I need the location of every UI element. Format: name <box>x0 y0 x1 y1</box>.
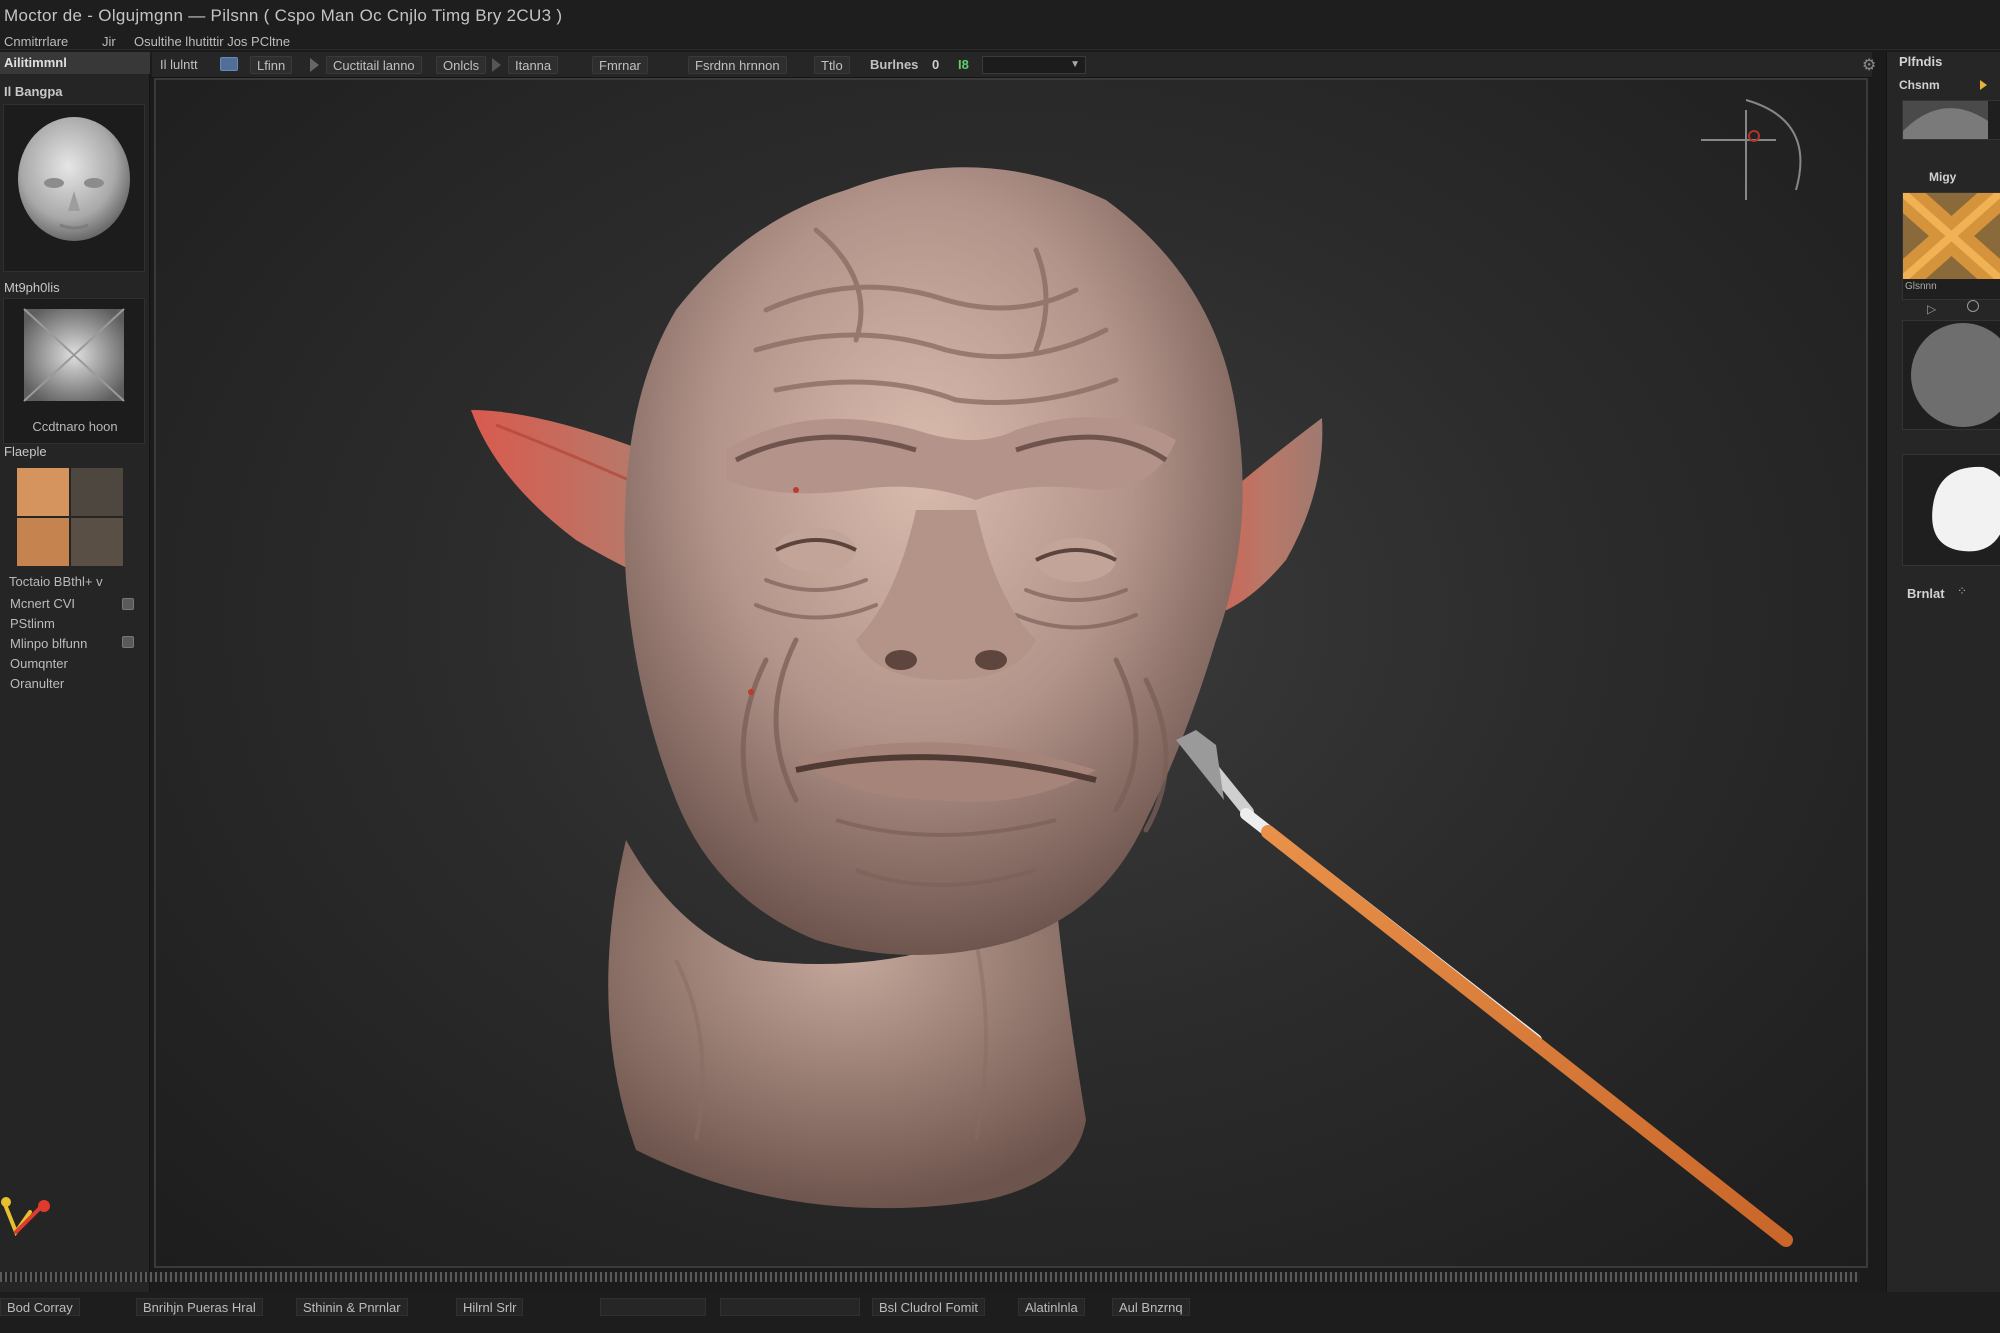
thumb-caption: Glsnnn <box>1905 281 1937 292</box>
toolbar-item-6[interactable]: Fmrnar <box>592 56 648 74</box>
menu-item-options[interactable]: Osultihe lhutittir Jos PCltne <box>134 34 290 49</box>
material-thumbnail[interactable]: Ccdtnaro hoon <box>3 298 145 444</box>
material-caption: Ccdtnaro hoon <box>32 419 118 434</box>
material-preview-icon <box>4 299 144 419</box>
gradient-preview-icon <box>1903 101 1988 139</box>
menu-item-edit[interactable]: Jir <box>102 34 116 49</box>
gear-icon[interactable]: ⚙ <box>1862 55 1876 75</box>
status-item-4[interactable]: Hilrnl Srlr <box>456 1298 524 1316</box>
prop-item-5[interactable]: Oranulter <box>10 676 64 691</box>
3d-viewport[interactable] <box>154 78 1868 1268</box>
right-panel: Plfndis Chsnm Migy Glsnnn ▷ Brnlat ⁘ <box>1886 52 2000 1292</box>
mini-arrow-icon[interactable]: ▷ <box>1927 302 1936 316</box>
toolbar-item-7[interactable]: Fsrdnn hrnnon <box>688 56 787 74</box>
right-panel-sub-2[interactable]: Migy <box>1929 170 1956 184</box>
status-bar: Bod Corray Bnrihjn Pueras Hral Sthinin &… <box>0 1292 2000 1333</box>
right-panel-thumb-2[interactable]: Glsnnn <box>1893 181 2000 300</box>
sculpt-scene <box>471 99 1802 1247</box>
size-value[interactable]: I8 <box>958 57 969 72</box>
intensity-value[interactable]: 0 <box>932 57 939 72</box>
status-item-3[interactable]: Sthinin & Pnrnlar <box>296 1298 408 1316</box>
left-panel: Ailitimmnl Il Bangpa Mt9ph0lis Ccdtnaro … <box>0 52 150 1292</box>
top-toolbar: Il lulntt Lfinn Cuctitail lanno Onlcls I… <box>152 52 1876 78</box>
prop-toggle-1[interactable] <box>122 598 134 610</box>
right-eye <box>1036 538 1116 582</box>
chevron-down-icon: ▼ <box>1070 59 1080 70</box>
left-eye <box>776 528 856 572</box>
right-panel-title[interactable]: Plfndis <box>1899 54 1942 69</box>
window-title: Moctor de - Olgujmgnn — Pilsnn ( Cspo Ma… <box>4 6 563 25</box>
prop-item-4[interactable]: Oumqnter <box>10 656 68 671</box>
brush-thumbnail[interactable] <box>3 104 145 272</box>
toolbar-item-9[interactable]: Burlnes <box>864 56 924 74</box>
prop-item-2[interactable]: PStlinm <box>10 616 55 631</box>
status-item-5[interactable]: Bsl Cludrol Fomit <box>872 1298 985 1316</box>
expand-arrow-icon[interactable] <box>1980 80 1987 90</box>
texture-preview-icon <box>17 468 123 566</box>
right-panel-thumb-1[interactable] <box>1902 100 2000 140</box>
prop-toggle-3[interactable] <box>122 636 134 648</box>
toolbar-item-5[interactable]: Itanna <box>508 56 559 74</box>
title-bar: Moctor de - Olgujmgnn — Pilsnn ( Cspo Ma… <box>0 0 2000 32</box>
brush-tool <box>1176 730 1793 1247</box>
arrow-icon[interactable] <box>492 58 501 72</box>
prop-item-1[interactable]: Mcnert CVI <box>10 596 75 611</box>
alpha-preview-1[interactable] <box>1902 320 2000 430</box>
axis-gizmo-icon <box>1 1197 50 1237</box>
view-gizmo <box>1701 99 1802 200</box>
status-item-1[interactable]: Bod Corray <box>0 1298 80 1316</box>
white-blob-icon <box>1932 466 2000 552</box>
right-panel-bottom-label[interactable]: Brnlat <box>1907 586 1945 601</box>
menu-bar: Cnmitrrlare Jir Osultihe lhutittir Jos P… <box>0 32 2000 50</box>
dots-icon[interactable]: ⁘ <box>1957 584 1967 598</box>
status-item-2[interactable]: Bnrihjn Pueras Hral <box>136 1298 263 1316</box>
material-section-title[interactable]: Mt9ph0lis <box>4 280 60 295</box>
status-item-7[interactable]: Aul Bnzrnq <box>1112 1298 1190 1316</box>
status-field-blank-2[interactable] <box>720 1298 860 1316</box>
menu-item-file[interactable]: Cnmitrrlare <box>4 34 68 49</box>
brush-section-title[interactable]: Il Bangpa <box>4 84 63 99</box>
right-panel-sub-1[interactable]: Chsnm <box>1899 78 1940 92</box>
alpha-preview-2[interactable] <box>1902 454 2000 566</box>
texture-label[interactable]: Toctaio BBthl+ v <box>9 574 103 589</box>
status-field-blank-1[interactable] <box>600 1298 706 1316</box>
timeline-scrubber[interactable] <box>0 1272 1860 1282</box>
texture-section-title[interactable]: Flaeple <box>4 444 47 459</box>
toolbar-item-2[interactable]: Lfinn <box>250 56 293 74</box>
play-icon[interactable] <box>310 58 319 72</box>
texture-swatch-icon <box>1893 181 2000 291</box>
mode-dropdown[interactable]: ▼ <box>982 56 1086 74</box>
mini-circle-icon[interactable] <box>1967 300 1979 312</box>
status-item-6[interactable]: Alatinlnla <box>1018 1298 1085 1316</box>
color-swatch-button[interactable] <box>220 57 238 71</box>
left-panel-header[interactable]: Ailitimmnl <box>0 52 150 74</box>
toolbar-item-3[interactable]: Cuctitail lanno <box>326 56 422 74</box>
prop-item-3[interactable]: Mlinpo blfunn <box>10 636 87 651</box>
toolbar-item-8[interactable]: Ttlo <box>814 56 850 74</box>
toolbar-item-1[interactable]: Il lulntt <box>154 56 204 74</box>
head-preview-icon <box>4 105 144 271</box>
gray-sphere-icon <box>1911 323 2000 427</box>
toolbar-item-4[interactable]: Onlcls <box>436 56 487 74</box>
